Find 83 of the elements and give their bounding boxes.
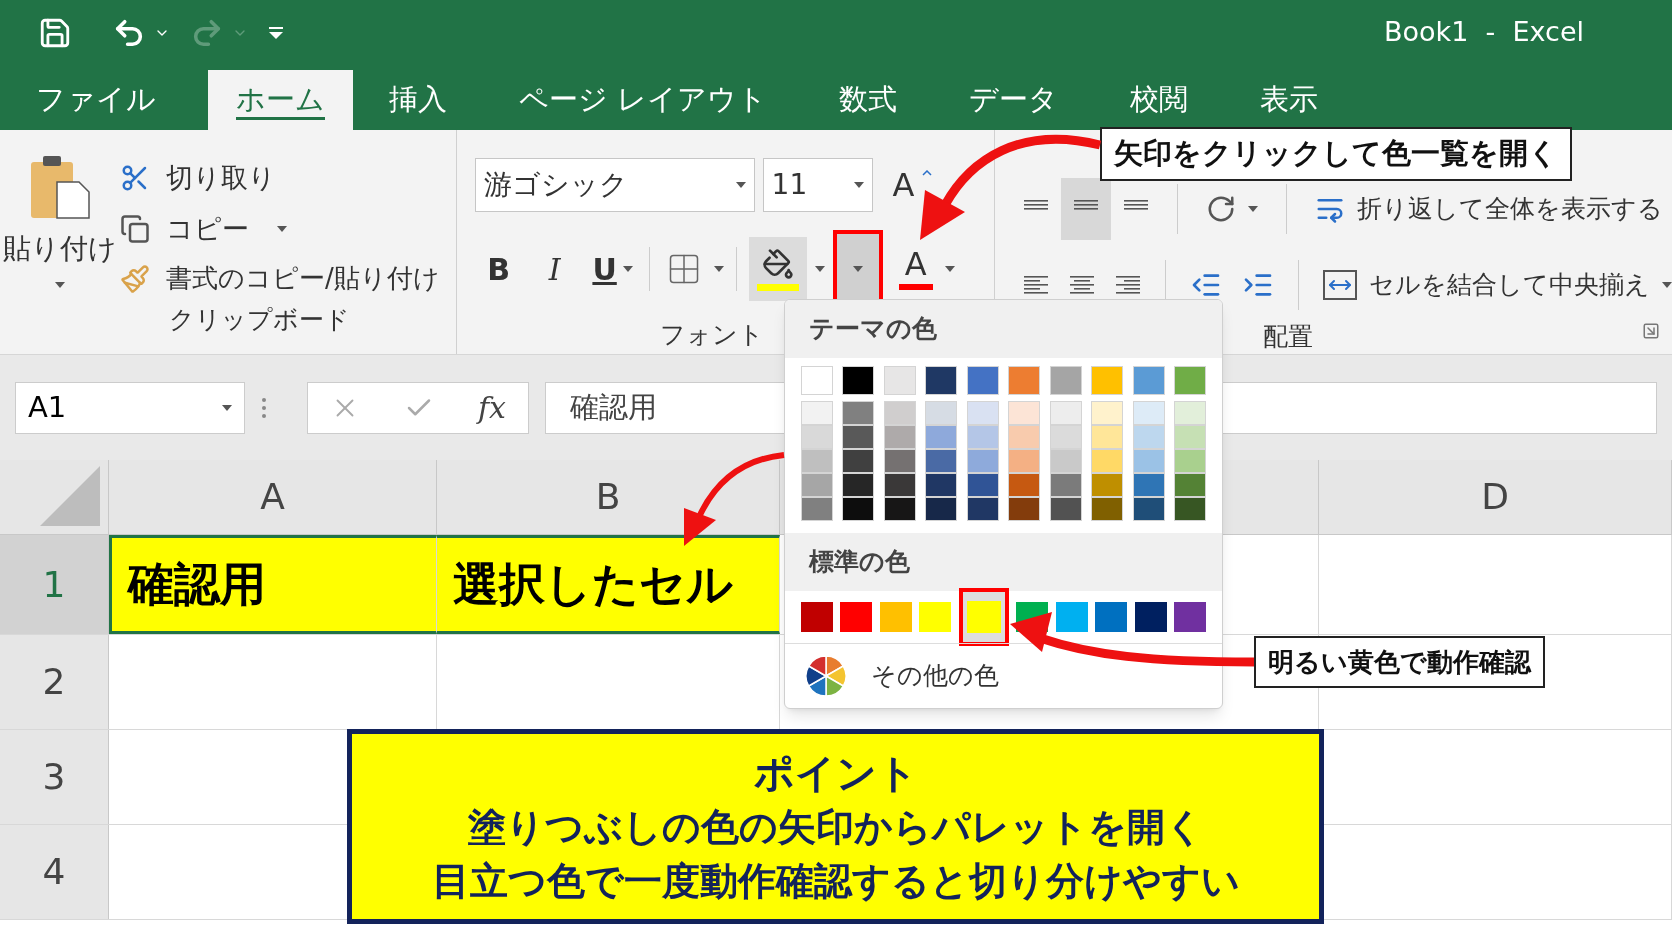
color-swatch[interactable] — [919, 602, 952, 632]
group-label: 配置 — [1263, 321, 1313, 353]
row-header[interactable]: 2 — [42, 655, 66, 709]
column-header[interactable]: A — [260, 470, 285, 524]
caret-icon — [55, 282, 65, 288]
section-title: テーマの色 — [809, 313, 937, 346]
point-title: ポイント — [753, 749, 918, 799]
caret-icon — [1248, 206, 1258, 212]
align-left-icon[interactable] — [1023, 274, 1049, 296]
window-title: Book1 - Excel — [1384, 15, 1584, 50]
row-header[interactable]: 4 — [42, 845, 66, 899]
brush-icon — [120, 263, 150, 294]
color-swatch[interactable] — [879, 602, 912, 632]
caret-icon — [713, 266, 724, 272]
align-center-icon[interactable] — [1069, 274, 1095, 296]
name-box[interactable]: A1 — [15, 381, 245, 434]
caret-icon — [814, 266, 825, 272]
caret-icon — [1662, 282, 1672, 288]
clipboard-icon — [29, 154, 91, 220]
fill-color-button[interactable] — [748, 237, 807, 301]
row-header[interactable]: 1 — [42, 557, 66, 612]
group-label: クリップボード — [169, 303, 351, 336]
font-color-bar — [898, 284, 933, 290]
cut-button[interactable]: 切り取り — [120, 158, 440, 199]
table-cell[interactable]: 選択したセル — [437, 535, 780, 634]
column-header[interactable]: B — [595, 470, 621, 524]
insert-function-button[interactable]: fx — [477, 385, 506, 430]
table-cell[interactable]: 確認用 — [109, 535, 437, 634]
format-painter-button[interactable]: 書式のコピー/貼り付け — [120, 259, 440, 298]
point-text: 目立つ色で一度動作確認すると切り分けやすい — [431, 857, 1240, 905]
ribbon-tab[interactable]: 表示 — [1232, 70, 1347, 130]
merge-icon — [1323, 270, 1357, 300]
customize-icon[interactable] — [268, 25, 284, 40]
ribbon-tab[interactable]: ページ レイアウト — [491, 70, 796, 130]
column-header[interactable]: D — [1481, 470, 1509, 524]
color-wheel-icon — [805, 655, 847, 697]
font-color-button[interactable]: A — [898, 248, 933, 290]
ribbon-tab[interactable]: 挿入 — [361, 70, 475, 130]
orientation-icon[interactable] — [1206, 194, 1236, 224]
font-name-dropdown[interactable]: 游ゴシック — [474, 158, 755, 212]
group-label: フォント — [659, 319, 764, 351]
caret-up-icon — [922, 170, 933, 176]
caret-icon — [852, 266, 863, 272]
ribbon-tab[interactable]: ホーム — [208, 70, 353, 130]
more-colors-item[interactable]: その他の色 — [871, 657, 999, 695]
bold-button[interactable]: B — [478, 246, 519, 292]
ribbon-tab[interactable]: データ — [941, 70, 1087, 130]
paint-bucket-icon — [761, 247, 794, 280]
align-right-icon[interactable] — [1115, 274, 1141, 296]
color-swatch[interactable] — [801, 602, 833, 632]
grow-font-button[interactable]: A — [892, 161, 915, 209]
point-text: 塗りつぶしの色の矢印からパレットを開く — [467, 804, 1204, 852]
ribbon-tab[interactable]: 校閲 — [1102, 70, 1217, 130]
caret-icon — [944, 266, 955, 272]
color-swatch[interactable] — [1095, 602, 1128, 632]
merge-center-button[interactable]: セルを結合して中央揃え — [1323, 266, 1672, 304]
dialog-launcher-icon[interactable] — [1642, 322, 1660, 340]
ribbon-tab[interactable]: ファイル — [8, 70, 184, 130]
copy-button[interactable]: コピー — [120, 208, 440, 249]
caret-icon — [622, 266, 633, 272]
caret-icon — [222, 404, 232, 411]
callout-label: 明るい黄色で動作確認 — [1254, 636, 1545, 688]
ribbon-tab[interactable]: 数式 — [811, 70, 926, 130]
font-size-dropdown[interactable]: 11 — [762, 158, 873, 212]
fill-color-bar — [756, 283, 799, 291]
underline-button[interactable]: U — [586, 246, 623, 292]
row-header[interactable]: 3 — [42, 750, 66, 804]
caret-icon — [735, 182, 746, 188]
wrap-text-button[interactable]: 折り返して全体を表示する — [1315, 190, 1663, 228]
grip-icon — [261, 396, 267, 419]
color-swatch[interactable] — [1134, 602, 1167, 632]
color-swatch[interactable] — [1055, 602, 1088, 632]
paste-button[interactable]: 貼り付け — [0, 142, 120, 301]
color-swatch[interactable] — [1173, 602, 1206, 632]
color-swatch[interactable] — [840, 602, 873, 632]
caret-icon — [277, 225, 287, 232]
italic-button[interactable]: I — [534, 246, 575, 292]
color-swatch[interactable] — [958, 588, 1009, 646]
copy-icon — [120, 213, 150, 244]
callout-label: 矢印をクリックして色一覧を開く — [1100, 127, 1572, 181]
caret-icon — [853, 182, 864, 188]
align-middle-button[interactable] — [1061, 178, 1111, 240]
section-title: 標準の色 — [809, 546, 910, 579]
